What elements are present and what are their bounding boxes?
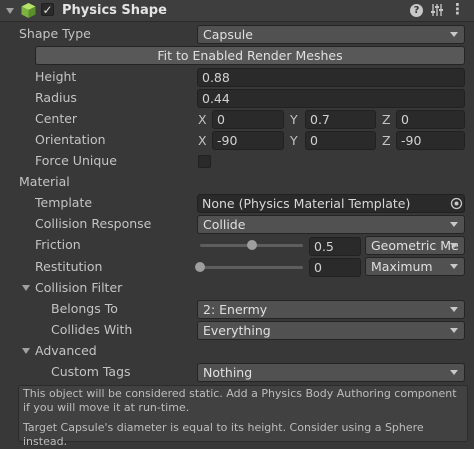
shape-type-dropdown[interactable]: Capsule [197, 25, 465, 44]
orientation-z-label[interactable]: Z [382, 131, 391, 150]
template-label: Template [35, 195, 93, 210]
restitution-slider[interactable] [200, 266, 303, 269]
belongs-to-label: Belongs To [51, 301, 118, 316]
static-object-message: This object will be considered static. A… [23, 387, 457, 414]
component-cube-icon [21, 3, 36, 18]
orientation-z-field[interactable]: -90 [396, 131, 465, 150]
force-unique-label: Force Unique [35, 153, 117, 168]
orientation-y-label[interactable]: Y [290, 131, 298, 150]
orientation-x-field[interactable]: -90 [212, 131, 284, 150]
collision-response-dropdown[interactable]: Collide [197, 215, 465, 234]
collides-with-value: Everything [203, 323, 271, 338]
orientation-label: Orientation [35, 132, 106, 147]
height-field[interactable]: 0.88 [197, 68, 465, 87]
center-z-label[interactable]: Z [382, 110, 391, 129]
enabled-checkbox[interactable]: ✓ [41, 3, 54, 17]
friction-combine-dropdown[interactable]: Geometric Me [365, 236, 465, 255]
custom-tags-dropdown[interactable]: Nothing [197, 363, 465, 382]
height-label: Height [35, 69, 77, 84]
collides-with-dropdown[interactable]: Everything [197, 321, 465, 340]
chevron-down-icon [450, 328, 458, 333]
collision-response-label: Collision Response [35, 216, 152, 231]
custom-tags-value: Nothing [203, 365, 253, 380]
orientation-x-label[interactable]: X [198, 131, 207, 150]
collision-filter-foldout-icon[interactable] [22, 285, 30, 291]
restitution-slider-thumb[interactable] [195, 262, 205, 272]
restitution-label: Restitution [35, 259, 103, 274]
restitution-field[interactable]: 0 [309, 258, 361, 277]
chevron-down-icon [450, 32, 458, 37]
shape-type-value: Capsule [203, 27, 253, 42]
center-y-field[interactable]: 0.7 [305, 110, 376, 129]
center-label: Center [35, 111, 78, 126]
advanced-foldout-icon[interactable] [22, 348, 30, 354]
restitution-combine-dropdown[interactable]: Maximum [365, 257, 465, 276]
center-y-label[interactable]: Y [290, 110, 298, 129]
belongs-to-dropdown[interactable]: 2: Enermy [197, 300, 465, 319]
capsule-diameter-message: Target Capsule's diameter is equal to it… [23, 421, 424, 448]
material-heading: Material [19, 174, 70, 189]
chevron-down-icon [450, 222, 458, 227]
radius-label: Radius [35, 90, 77, 105]
chevron-down-icon [450, 243, 458, 248]
center-x-field[interactable]: 0 [212, 110, 284, 129]
chevron-down-icon [450, 370, 458, 375]
collides-with-label: Collides With [51, 322, 133, 337]
restitution-combine-value: Maximum [371, 259, 433, 274]
advanced-heading[interactable]: Advanced [35, 341, 97, 361]
fit-to-render-meshes-button[interactable]: Fit to Enabled Render Meshes [35, 46, 465, 65]
friction-slider-thumb[interactable] [246, 240, 257, 250]
friction-label: Friction [35, 237, 81, 252]
friction-field[interactable]: 0.5 [309, 237, 361, 256]
center-x-label[interactable]: X [198, 110, 207, 129]
force-unique-checkbox[interactable] [198, 155, 211, 168]
object-picker-icon[interactable] [450, 197, 463, 210]
collision-filter-heading[interactable]: Collision Filter [35, 278, 122, 298]
preset-sliders-icon[interactable] [430, 3, 444, 17]
chevron-down-icon [450, 264, 458, 269]
orientation-y-field[interactable]: 0 [305, 131, 376, 150]
template-value: None (Physics Material Template) [202, 196, 411, 211]
more-vertical-icon[interactable]: ⋮ [450, 1, 465, 18]
shape-type-label: Shape Type [19, 26, 91, 41]
expand-triangle-icon[interactable] [6, 8, 14, 14]
friction-combine-value: Geometric Me [371, 238, 459, 253]
collision-response-value: Collide [203, 217, 246, 232]
checkmark-icon: ✓ [42, 3, 53, 17]
center-z-field[interactable]: 0 [396, 110, 465, 129]
custom-tags-label: Custom Tags [51, 364, 131, 379]
belongs-to-value: 2: Enermy [203, 302, 268, 317]
help-box: This object will be considered static. A… [18, 385, 468, 448]
template-object-field[interactable]: None (Physics Material Template) [197, 194, 465, 213]
component-title: Physics Shape [62, 3, 167, 18]
help-icon[interactable]: ? [410, 4, 423, 17]
radius-field[interactable]: 0.44 [197, 89, 465, 108]
chevron-down-icon [450, 307, 458, 312]
